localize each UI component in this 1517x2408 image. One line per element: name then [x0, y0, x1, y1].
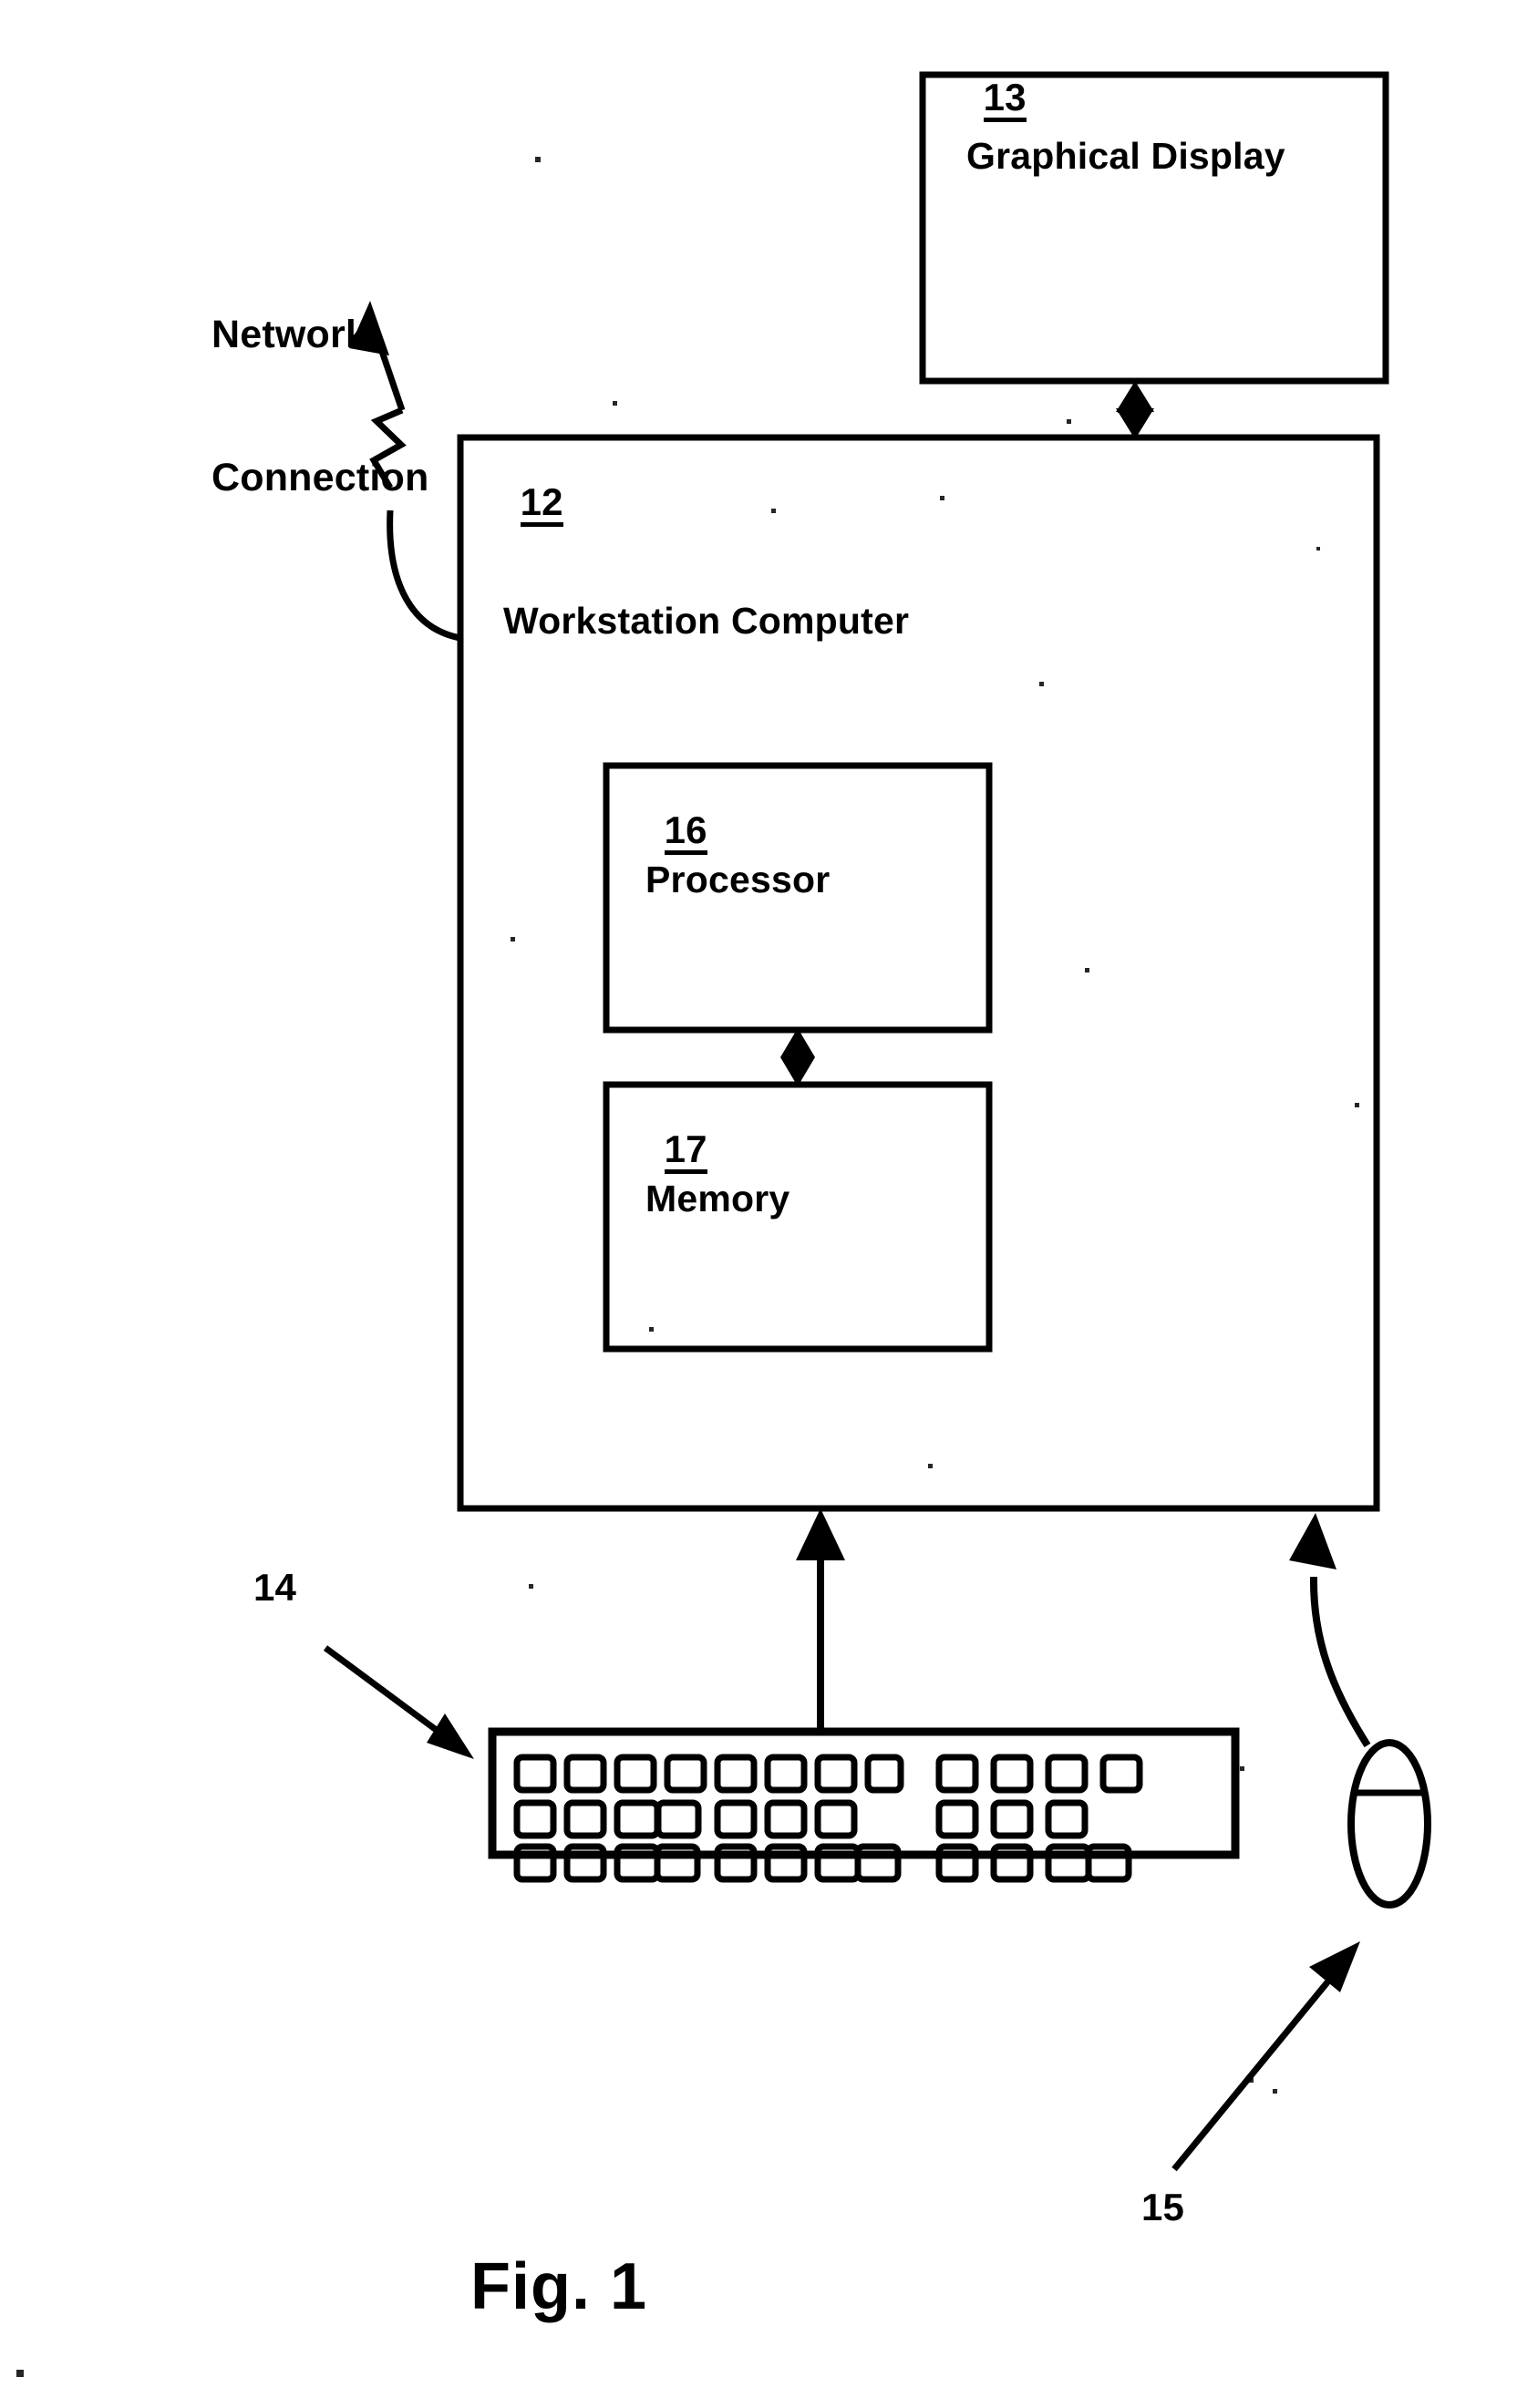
- graphical-display-title: Graphical Display: [966, 135, 1285, 177]
- memory-title: Memory: [645, 1178, 790, 1219]
- graphical-display-ref-number: 13: [966, 62, 1027, 139]
- workstation-computer-ref-number: 12: [503, 467, 563, 543]
- network-connection-label: Network Connection: [212, 215, 428, 598]
- workstation-computer-title: Workstation Computer: [503, 600, 910, 642]
- keyboard-leader-line: [323, 1645, 474, 1759]
- ref-number-13: 13: [983, 78, 1027, 123]
- mouse-body: [1347, 1739, 1431, 1909]
- mouse-ref-number: 15: [1141, 2186, 1185, 2228]
- keyboard-workstation-connector: [796, 1508, 845, 1732]
- ref-number-12: 12: [520, 483, 563, 528]
- processor-title: Processor: [645, 859, 831, 900]
- ref-number-16: 16: [664, 811, 707, 856]
- mouse: [1347, 1739, 1431, 1909]
- network-connection-label-line1: Network: [212, 312, 368, 356]
- network-connection-label-line2: Connection: [212, 456, 429, 500]
- figure-caption: Fig. 1: [470, 2250, 648, 2323]
- mouse-workstation-connector: [1289, 1513, 1371, 1748]
- patent-figure: 13 Graphical Display 12 Workstation Comp…: [0, 0, 1517, 2408]
- keyboard: [488, 1727, 1240, 1883]
- keyboard-ref-number: 14: [253, 1566, 297, 1609]
- ref-number-17: 17: [664, 1130, 707, 1175]
- mouse-leader-line: [1171, 1941, 1360, 2172]
